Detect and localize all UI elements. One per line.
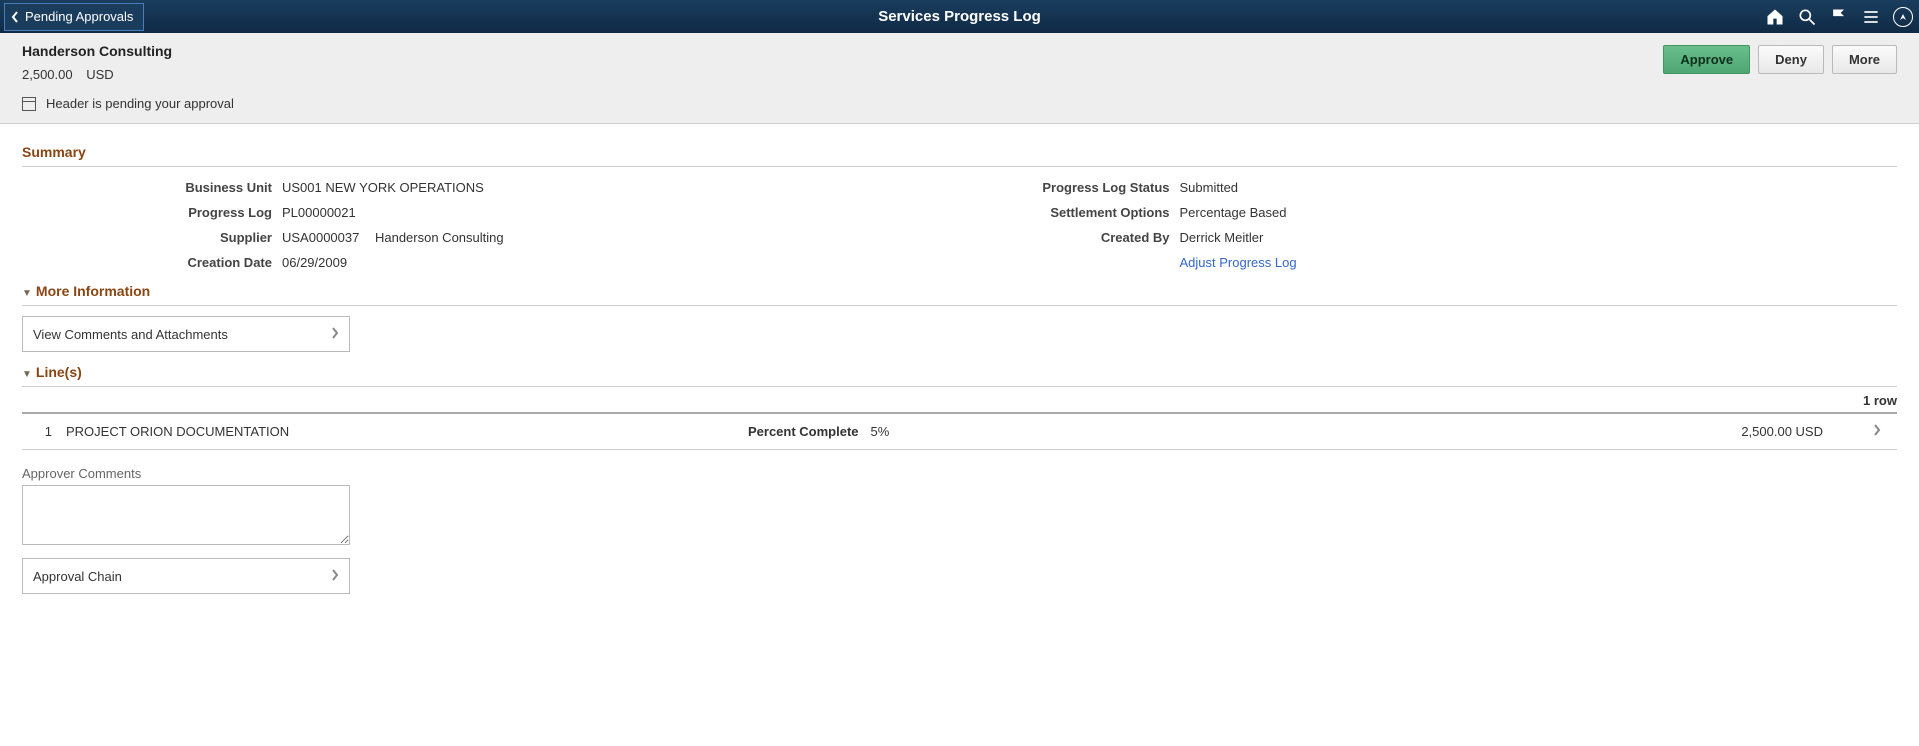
company-name: Handerson Consulting (22, 43, 1663, 59)
flag-icon[interactable] (1823, 0, 1855, 33)
approval-chain-label: Approval Chain (33, 569, 122, 584)
back-button-label: Pending Approvals (25, 9, 133, 24)
more-button[interactable]: More (1832, 45, 1897, 74)
collapse-arrow-icon: ▼ (22, 369, 32, 380)
home-icon[interactable] (1759, 0, 1791, 33)
chevron-right-icon[interactable] (1873, 424, 1893, 439)
percent-complete-value: 5% (871, 424, 971, 439)
supplier-value: USA0000037 Handerson Consulting (282, 230, 504, 245)
percent-complete-label: Percent Complete (748, 424, 871, 439)
line-number: 1 (26, 424, 66, 439)
amount-currency: USD (86, 67, 113, 82)
status-value: Submitted (1180, 180, 1239, 195)
lines-section-title[interactable]: ▼ Line(s) (22, 356, 1897, 387)
document-icon (22, 97, 36, 111)
supplier-label: Supplier (22, 230, 282, 245)
created-by-value: Derrick Meitler (1180, 230, 1264, 245)
lines-title-text: Line(s) (36, 364, 82, 380)
content: Summary Business Unit US001 NEW YORK OPE… (0, 124, 1919, 628)
compass-icon[interactable] (1887, 0, 1919, 33)
status-label: Progress Log Status (960, 180, 1180, 195)
approve-button[interactable]: Approve (1663, 45, 1750, 74)
line-description: PROJECT ORION DOCUMENTATION (66, 424, 748, 439)
row-count: 1 row (22, 393, 1897, 408)
header-block: Handerson Consulting 2,500.00 USD Approv… (0, 33, 1919, 124)
top-bar: Pending Approvals Services Progress Log (0, 0, 1919, 33)
created-by-label: Created By (960, 230, 1180, 245)
table-row[interactable]: 1 PROJECT ORION DOCUMENTATION Percent Co… (22, 414, 1897, 449)
chevron-left-icon (11, 11, 19, 23)
search-icon[interactable] (1791, 0, 1823, 33)
creation-date-value: 06/29/2009 (282, 255, 347, 270)
line-amount: 2,500.00 USD (971, 424, 1873, 439)
lines-table: 1 PROJECT ORION DOCUMENTATION Percent Co… (22, 412, 1897, 450)
view-comments-label: View Comments and Attachments (33, 327, 228, 342)
progress-log-value: PL00000021 (282, 205, 356, 220)
creation-date-label: Creation Date (22, 255, 282, 270)
back-button[interactable]: Pending Approvals (4, 3, 144, 31)
header-amount: 2,500.00 USD (22, 67, 1663, 82)
top-icons-group (1759, 0, 1919, 33)
settlement-value: Percentage Based (1180, 205, 1287, 220)
menu-icon[interactable] (1855, 0, 1887, 33)
approver-comments-label: Approver Comments (22, 466, 1897, 481)
header-status: Header is pending your approval (22, 96, 1897, 111)
page-title: Services Progress Log (878, 8, 1041, 25)
business-unit-value: US001 NEW YORK OPERATIONS (282, 180, 484, 195)
supplier-id: USA0000037 (282, 230, 359, 245)
supplier-name: Handerson Consulting (375, 230, 504, 245)
summary-section-title: Summary (22, 136, 1897, 167)
settlement-label: Settlement Options (960, 205, 1180, 220)
summary-grid: Business Unit US001 NEW YORK OPERATIONS … (22, 167, 1897, 275)
view-comments-attachments[interactable]: View Comments and Attachments (22, 316, 350, 352)
progress-log-label: Progress Log (22, 205, 282, 220)
approver-comments-input[interactable] (22, 485, 350, 545)
adjust-progress-log-link[interactable]: Adjust Progress Log (1180, 255, 1297, 270)
chevron-right-icon (331, 327, 339, 342)
chevron-right-icon (331, 569, 339, 584)
business-unit-label: Business Unit (22, 180, 282, 195)
deny-button[interactable]: Deny (1758, 45, 1824, 74)
amount-value: 2,500.00 (22, 67, 73, 82)
approval-chain[interactable]: Approval Chain (22, 558, 350, 594)
collapse-arrow-icon: ▼ (22, 288, 32, 299)
more-info-title-text: More Information (36, 283, 150, 299)
status-message: Header is pending your approval (46, 96, 234, 111)
more-info-section-title[interactable]: ▼ More Information (22, 275, 1897, 306)
